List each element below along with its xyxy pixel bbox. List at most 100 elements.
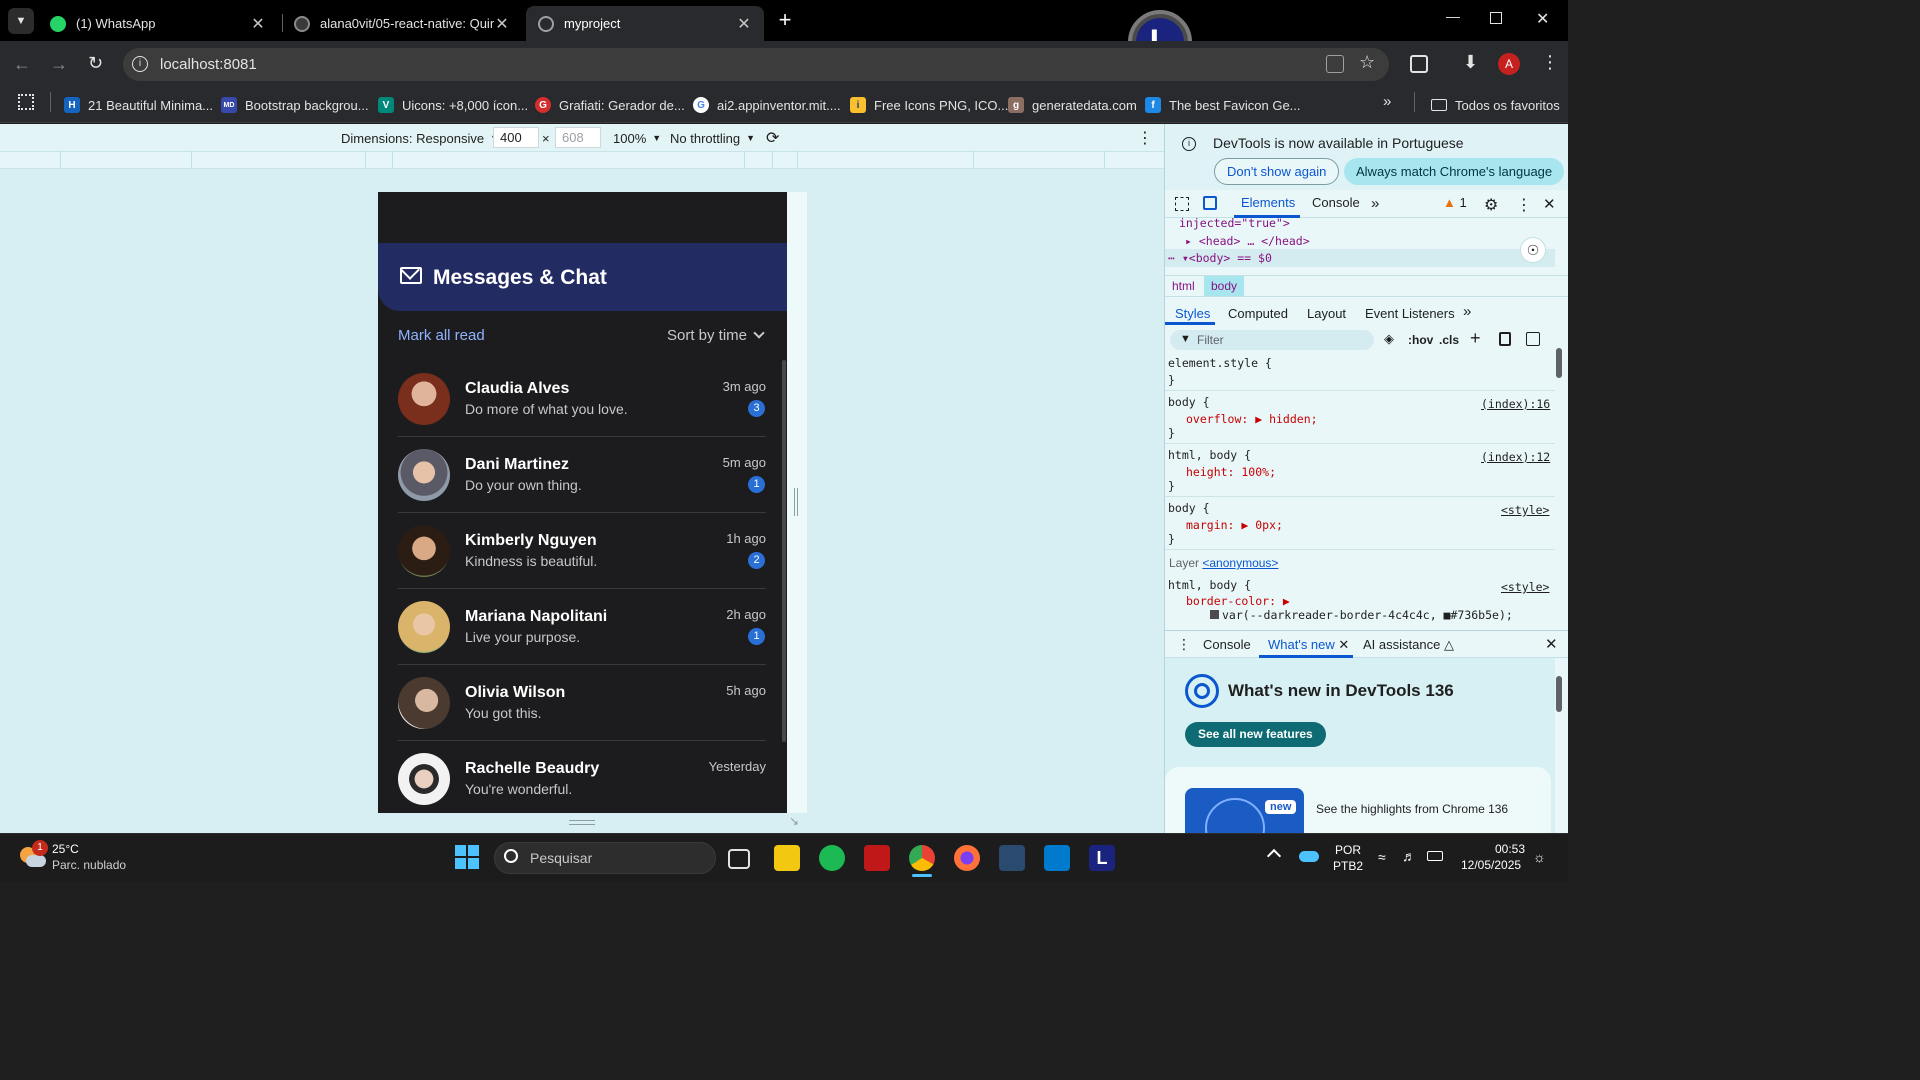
bookmark-item[interactable]: H 21 Beautiful Minima... <box>64 93 213 117</box>
tab-search-button[interactable]: ▼ <box>8 8 34 34</box>
media-query-ruler[interactable] <box>0 151 1164 169</box>
drawer-tab-ai-assistance[interactable]: AI assistance △ <box>1363 637 1454 653</box>
drawer-tab-whats-new[interactable]: What's new ✕ <box>1268 637 1349 653</box>
bookmark-item[interactable]: f The best Favicon Ge... <box>1145 93 1301 117</box>
dom-line[interactable]: injected="true"> <box>1179 216 1290 230</box>
drawer-menu-icon[interactable]: ⋮ <box>1177 636 1191 653</box>
settings-gear-icon[interactable]: ⚙ <box>1484 195 1498 215</box>
resize-handle-bottom[interactable] <box>569 820 595 825</box>
more-bookmarks-icon[interactable]: » <box>1383 93 1391 110</box>
back-icon[interactable]: ← <box>13 54 31 75</box>
tab-event-listeners[interactable]: Event Listeners <box>1365 306 1455 321</box>
rule-source-link[interactable]: (index):16 <box>1481 397 1550 411</box>
rule-declaration[interactable]: margin: ▶ 0px; <box>1186 518 1283 532</box>
tab-whatsapp[interactable]: (1) WhatsApp ✕ <box>38 6 278 41</box>
device-mode-icon[interactable] <box>1203 196 1217 210</box>
taskbar-search[interactable] <box>494 842 716 874</box>
translate-icon[interactable] <box>1326 55 1344 73</box>
breadcrumb-html[interactable]: html <box>1172 279 1195 293</box>
rule-selector[interactable]: html, body { <box>1168 448 1251 462</box>
close-tab-icon[interactable]: ✕ <box>494 14 510 34</box>
inspect-icon[interactable] <box>1175 197 1189 211</box>
styles-scrollbar[interactable] <box>1556 348 1562 378</box>
tab-elements[interactable]: Elements <box>1241 195 1295 210</box>
file-explorer-icon[interactable] <box>774 845 800 871</box>
app-icon[interactable] <box>999 845 1025 871</box>
bookmark-item[interactable]: g generatedata.com <box>1008 93 1137 117</box>
more-tabs-icon[interactable]: » <box>1371 195 1379 212</box>
rule-declaration[interactable]: height: 100%; <box>1186 465 1276 479</box>
tab-console[interactable]: Console <box>1312 195 1360 210</box>
more-options-icon[interactable]: ⋮ <box>1137 128 1153 148</box>
see-all-features-button[interactable]: See all new features <box>1185 722 1326 747</box>
battery-icon[interactable] <box>1427 851 1443 861</box>
mcafee-icon[interactable] <box>864 845 890 871</box>
firefox-icon[interactable] <box>954 845 980 871</box>
add-rule-icon[interactable]: + <box>1470 328 1481 349</box>
close-tab-icon[interactable]: ✕ <box>250 14 266 34</box>
hover-state-toggle[interactable]: :hov <box>1408 333 1433 347</box>
tab-styles[interactable]: Styles <box>1175 306 1210 321</box>
reload-icon[interactable]: ↻ <box>88 53 103 74</box>
scrollbar[interactable] <box>782 360 786 742</box>
bookmark-item[interactable]: i Free Icons PNG, ICO... <box>850 93 1008 117</box>
breadcrumb-body[interactable]: body <box>1204 276 1245 296</box>
accessibility-icon[interactable]: ☉ <box>1520 237 1546 263</box>
bookmark-item[interactable]: G Grafiati: Gerador de... <box>535 93 685 117</box>
resize-corner-icon[interactable]: ↘ <box>789 814 799 828</box>
onedrive-icon[interactable] <box>1299 851 1319 862</box>
bookmark-item[interactable]: MD Bootstrap backgrou... <box>221 93 369 117</box>
bookmark-item[interactable]: Gai2.appinventor.mit.... <box>693 93 841 117</box>
avatar[interactable]: A <box>1498 53 1520 75</box>
issues-counter[interactable]: ▲ 1 <box>1443 195 1467 210</box>
rotate-icon[interactable]: ⟳ <box>766 128 779 148</box>
height-input[interactable]: 608 <box>555 127 601 148</box>
site-info-icon[interactable]: i <box>132 56 148 72</box>
chat-row-rachelle[interactable]: Rachelle Beaudry You're wonderful. Yeste… <box>398 741 766 817</box>
close-devtools-icon[interactable]: ✕ <box>1543 195 1556 213</box>
star-icon[interactable]: ☆ <box>1359 52 1375 73</box>
layer-link[interactable]: <anonymous> <box>1202 556 1278 570</box>
rule-selector[interactable]: html, body { <box>1168 578 1251 592</box>
sidebar-toggle-icon[interactable] <box>1526 332 1540 346</box>
sort-dropdown[interactable]: Sort by time <box>667 326 765 344</box>
width-input[interactable]: 400 <box>493 127 539 148</box>
rule-declaration[interactable]: border-color: ▶ <box>1186 594 1290 608</box>
chrome-icon[interactable] <box>909 845 935 871</box>
notifications-icon[interactable]: ☼ <box>1533 849 1546 865</box>
tab-layout[interactable]: Layout <box>1307 306 1346 321</box>
chat-row-kimberly[interactable]: Kimberly Nguyen Kindness is beautiful. 1… <box>398 513 766 589</box>
rule-selector[interactable]: body { <box>1168 501 1210 515</box>
address-bar[interactable] <box>123 48 1389 81</box>
spotify-icon[interactable] <box>819 845 845 871</box>
rule-declaration-value[interactable]: var(--darkreader-border-4c4c4c, ■#736b5e… <box>1210 608 1513 622</box>
all-bookmarks-folder[interactable]: Todos os favoritos <box>1431 93 1560 117</box>
dom-line[interactable]: ▸ <head> … </head> <box>1185 234 1310 248</box>
windows-start-icon[interactable] <box>455 845 479 869</box>
dom-line[interactable]: ⋯ ▾<body> == $0 <box>1168 251 1272 265</box>
mark-all-read-button[interactable]: Mark all read <box>398 327 485 344</box>
more-tabs-icon[interactable]: » <box>1463 303 1471 320</box>
url-text[interactable]: localhost:8081 <box>160 56 257 73</box>
close-window-icon[interactable]: ✕ <box>1536 9 1552 29</box>
rule-source-link[interactable]: <style> <box>1501 580 1549 594</box>
forward-icon[interactable]: → <box>50 54 68 75</box>
rule-declaration[interactable]: overflow: ▶ hidden; <box>1186 412 1318 426</box>
dimensions-dropdown[interactable]: Dimensions: Responsive▼ <box>341 128 499 148</box>
menu-icon[interactable]: ⋮ <box>1541 52 1559 73</box>
class-toggle[interactable]: .cls <box>1439 333 1459 347</box>
rule-selector[interactable]: body { <box>1168 395 1210 409</box>
restore-icon[interactable] <box>1490 12 1502 24</box>
new-tab-button[interactable]: + <box>774 8 796 32</box>
minimize-icon[interactable]: — <box>1446 8 1462 28</box>
close-tab-icon[interactable]: ✕ <box>736 14 752 34</box>
tab-github[interactable]: alana0vit/05-react-native: Quint ✕ <box>282 6 522 41</box>
close-icon[interactable]: ✕ <box>1338 637 1349 652</box>
close-drawer-icon[interactable]: ✕ <box>1545 635 1558 653</box>
tab-myproject[interactable]: myproject ✕ <box>526 6 764 41</box>
chat-row-olivia[interactable]: Olivia Wilson You got this. 5h ago <box>398 665 766 741</box>
keyboard-layout[interactable]: PTB2 <box>1333 859 1363 873</box>
l-app-icon[interactable]: L <box>1089 845 1115 871</box>
tab-computed[interactable]: Computed <box>1228 306 1288 321</box>
chat-row-dani[interactable]: Dani Martinez Do your own thing. 5m ago … <box>398 437 766 513</box>
